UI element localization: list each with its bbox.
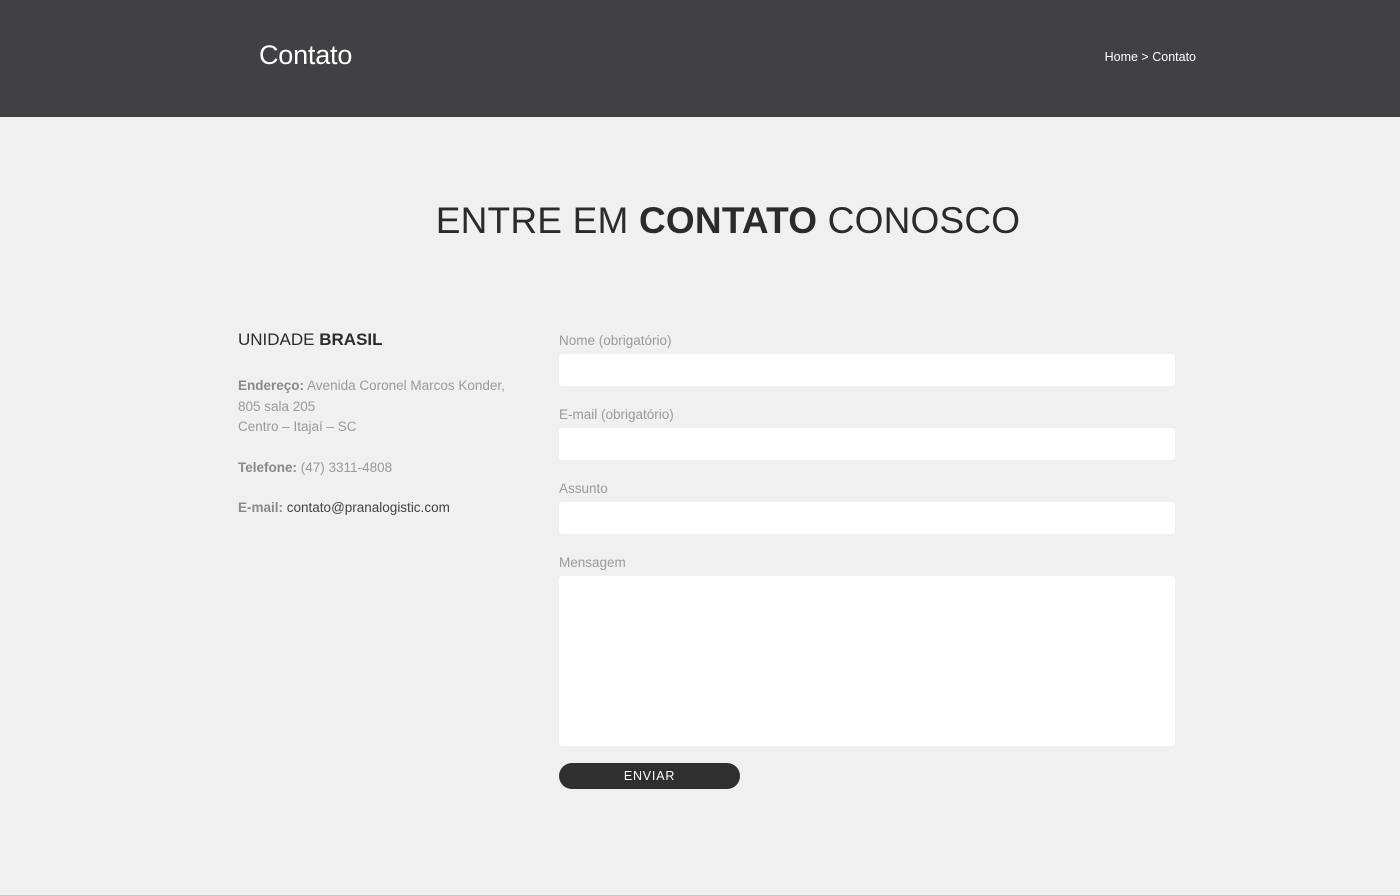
- address-block: Endereço: Avenida Coronel Marcos Konder,…: [238, 376, 528, 438]
- email-block: E-mail: contato@pranalogistic.com: [238, 498, 528, 519]
- page-header: Contato Home > Contato: [0, 0, 1400, 117]
- subject-label: Assunto: [559, 481, 608, 496]
- email-label: E-mail:: [238, 500, 284, 515]
- contact-info: UNIDADE BRASIL Endereço: Avenida Coronel…: [238, 330, 528, 539]
- breadcrumb-home-link[interactable]: Home: [1105, 50, 1138, 64]
- section-heading-bold: CONTATO: [639, 200, 818, 241]
- section-heading: ENTRE EM CONTATO CONOSCO: [0, 200, 1400, 242]
- submit-button[interactable]: ENVIAR: [559, 763, 740, 789]
- section-heading-pre: ENTRE EM: [435, 200, 640, 241]
- message-label: Mensagem: [559, 555, 626, 570]
- email-input[interactable]: [559, 428, 1175, 460]
- unit-title: UNIDADE BRASIL: [238, 330, 528, 350]
- unit-title-pre: UNIDADE: [238, 330, 320, 349]
- section-heading-post: CONOSCO: [817, 200, 1021, 241]
- breadcrumb-current: Contato: [1152, 50, 1196, 64]
- address-line2: Centro – Itajaí – SC: [238, 419, 357, 434]
- phone-label: Telefone:: [238, 459, 298, 475]
- email-field-label: E-mail (obrigatório): [559, 407, 674, 422]
- subject-input[interactable]: [559, 502, 1175, 534]
- unit-title-bold: BRASIL: [319, 330, 383, 349]
- breadcrumb: Home > Contato: [1105, 50, 1196, 64]
- phone-block: Telefone: (47) 3311-4808: [238, 458, 528, 479]
- contact-form: Nome (obrigatório) E-mail (obrigatório) …: [559, 332, 1175, 789]
- name-label: Nome (obrigatório): [559, 333, 672, 348]
- breadcrumb-separator: >: [1141, 50, 1149, 64]
- message-textarea[interactable]: [559, 576, 1175, 746]
- name-input[interactable]: [559, 354, 1175, 386]
- email-link[interactable]: contato@pranalogistic.com: [287, 500, 450, 515]
- page-title: Contato: [259, 40, 353, 70]
- address-label: Endereço:: [238, 378, 305, 393]
- phone-value: (47) 3311-4808: [300, 459, 393, 475]
